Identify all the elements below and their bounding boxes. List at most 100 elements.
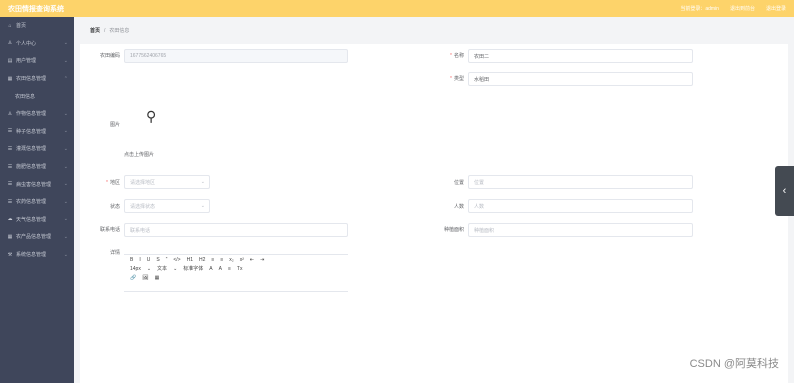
breadcrumb-current: 农田信息 bbox=[109, 28, 130, 34]
bullet-list-button[interactable]: ≡ bbox=[220, 257, 223, 263]
sidebar-item-label: 病虫害信息管理 bbox=[16, 181, 52, 188]
editor-toolbar-row: 14px ⌄ 文本 ⌄ 标准字体 A A ≡ Tx bbox=[124, 264, 348, 273]
underline-button[interactable]: U bbox=[147, 257, 151, 263]
code-button[interactable]: </> bbox=[173, 257, 180, 263]
italic-button[interactable]: I bbox=[139, 257, 140, 263]
people-input[interactable]: 人数 bbox=[468, 199, 693, 213]
form-card: 农田编码 1677562406765 * 名称 农田二 * 类型 水稻田 图片 ⚲ … bbox=[80, 44, 788, 383]
sidebar-item-label: 农产品信息管理 bbox=[16, 234, 52, 241]
grid-icon: ▦ bbox=[7, 75, 13, 82]
desc-label: 详情 bbox=[109, 250, 120, 256]
app-title: 农田情报查询系统 bbox=[8, 5, 64, 13]
chevron-down-icon: ⌄ bbox=[63, 163, 68, 170]
h1-button[interactable]: H1 bbox=[187, 257, 193, 263]
list-icon: ☰ bbox=[7, 128, 13, 135]
clear-format-button[interactable]: Tx bbox=[237, 266, 243, 272]
rich-text-editor[interactable]: B I U S “ </> H1 H2 ≡ ≡ x₂ x² ⇤ ⇥ 14px ⌄… bbox=[124, 254, 348, 292]
main-content: 首页 / 农田信息 农田编码 1677562406765 * 名称 农田二 * 类型… bbox=[74, 17, 794, 383]
h2-button[interactable]: H2 bbox=[199, 257, 205, 263]
home-icon: ⌂ bbox=[8, 22, 12, 29]
sidebar-item-label: 农田信息 bbox=[15, 93, 36, 100]
sidebar-item-fertilize[interactable]: ☰ 施肥信息管理 ⌄ bbox=[0, 158, 74, 176]
font-size-select[interactable]: 14px bbox=[130, 266, 141, 272]
field-type-input[interactable]: 水稻田 bbox=[468, 72, 693, 86]
quote-button[interactable]: “ bbox=[166, 257, 168, 263]
list-icon: ☰ bbox=[7, 198, 13, 205]
font-family-select[interactable]: 标准字体 bbox=[183, 265, 203, 272]
editor-toolbar-row: 🔗 🖼 ▦ bbox=[124, 273, 348, 282]
chevron-down-icon: ⌄ bbox=[146, 265, 152, 272]
breadcrumb-home[interactable]: 首页 bbox=[90, 27, 100, 34]
area-label: 种植面积 bbox=[443, 227, 464, 233]
users-icon: ▤ bbox=[7, 57, 13, 64]
area-input[interactable]: 种植面积 bbox=[468, 223, 693, 237]
list-icon: ☰ bbox=[7, 163, 13, 170]
background-color-button[interactable]: A bbox=[219, 266, 222, 272]
sidebar-item-profile[interactable]: ♙ 个人中心 ⌄ bbox=[0, 35, 74, 53]
sidebar-item-label: 作物信息管理 bbox=[16, 111, 47, 118]
sidebar-subitem-field-info[interactable]: 农田信息 bbox=[0, 87, 74, 105]
current-user-link[interactable]: 当前登录：admin bbox=[680, 5, 719, 12]
chevron-left-icon[interactable]: ‹ bbox=[775, 166, 794, 216]
bold-button[interactable]: B bbox=[130, 257, 133, 263]
status-select[interactable]: 请选择状态 ⌄ bbox=[124, 199, 210, 213]
top-bar: 农田情报查询系统 当前登录：admin 退出到前台 退出登录 bbox=[0, 0, 794, 17]
sidebar-item-users[interactable]: ▤ 用户管理 ⌄ bbox=[0, 52, 74, 70]
sidebar-item-pest[interactable]: ☰ 病虫害信息管理 ⌄ bbox=[0, 175, 74, 193]
sidebar-item-weather[interactable]: ☁ 天气信息管理 ⌄ bbox=[0, 211, 74, 229]
list-icon: ☰ bbox=[7, 145, 13, 152]
image-upload[interactable]: ⚲ bbox=[124, 92, 178, 146]
sidebar-item-label: 灌溉信息管理 bbox=[16, 146, 47, 153]
image-label: 图片 bbox=[109, 122, 120, 128]
sidebar-item-label: 系统信息管理 bbox=[16, 252, 47, 259]
sidebar-item-label: 个人中心 bbox=[16, 40, 37, 47]
ordered-list-button[interactable]: ≡ bbox=[211, 257, 214, 263]
sidebar-item-pesticide[interactable]: ☰ 农药信息管理 ⌄ bbox=[0, 193, 74, 211]
editor-toolbar-row: B I U S “ </> H1 H2 ≡ ≡ x₂ x² ⇤ ⇥ bbox=[124, 255, 348, 264]
chevron-down-icon: ⌄ bbox=[63, 233, 68, 240]
font-color-button[interactable]: A bbox=[209, 266, 212, 272]
uploaded-image: ⚲ bbox=[146, 108, 157, 124]
status-label: 状态 bbox=[109, 204, 120, 210]
chevron-down-icon: ⌄ bbox=[200, 179, 205, 185]
place-label-text: 地区 bbox=[109, 180, 120, 186]
sidebar-item-crop[interactable]: ♙ 作物信息管理 ⌄ bbox=[0, 105, 74, 123]
exit-to-front-link[interactable]: 退出到前台 bbox=[730, 5, 755, 12]
status-select-placeholder: 请选择状态 bbox=[130, 203, 156, 210]
chevron-down-icon: ⌄ bbox=[63, 128, 68, 135]
superscript-button[interactable]: x² bbox=[240, 257, 244, 263]
indent-button[interactable]: ⇥ bbox=[260, 257, 264, 263]
phone-input[interactable]: 联系电话 bbox=[124, 223, 348, 237]
place-label: * 地区 bbox=[106, 180, 120, 186]
heading-select[interactable]: 文本 bbox=[157, 265, 167, 272]
sidebar-item-irrigation[interactable]: ☰ 灌溉信息管理 ⌄ bbox=[0, 140, 74, 158]
logout-link[interactable]: 退出登录 bbox=[766, 5, 786, 12]
field-name-label: * 名称 bbox=[450, 53, 464, 59]
sidebar-item-home[interactable]: ⌂ 首页 bbox=[0, 17, 74, 35]
outdent-button[interactable]: ⇤ bbox=[250, 257, 254, 263]
chevron-down-icon: ⌄ bbox=[63, 57, 68, 64]
upload-tip[interactable]: 点击上传图片 bbox=[124, 151, 154, 158]
image-icon[interactable]: 🖼 bbox=[142, 275, 148, 281]
chevron-down-icon: ⌄ bbox=[63, 181, 68, 188]
field-name-input[interactable]: 农田二 bbox=[468, 49, 693, 63]
sidebar-item-label: 施肥信息管理 bbox=[16, 164, 47, 171]
sidebar-item-system[interactable]: ⚒ 系统信息管理 ⌄ bbox=[0, 246, 74, 264]
sidebar-item-produce[interactable]: ▦ 农产品信息管理 ⌄ bbox=[0, 228, 74, 246]
location-input[interactable]: 位置 bbox=[468, 175, 693, 189]
align-button[interactable]: ≡ bbox=[228, 266, 231, 272]
strike-button[interactable]: S bbox=[156, 257, 159, 263]
sidebar-item-seed[interactable]: ☰ 种子信息管理 ⌄ bbox=[0, 123, 74, 141]
sidebar-item-label: 农田信息管理 bbox=[16, 76, 47, 83]
chevron-down-icon: ⌄ bbox=[63, 198, 68, 205]
watermark: CSDN @阿莫科技 bbox=[689, 358, 779, 370]
chevron-down-icon: ⌄ bbox=[63, 40, 68, 47]
sidebar-item-label: 用户管理 bbox=[16, 58, 37, 65]
field-code-input[interactable]: 1677562406765 bbox=[124, 49, 348, 63]
link-icon[interactable]: 🔗 bbox=[130, 275, 136, 281]
sidebar-item-field-mgmt[interactable]: ▦ 农田信息管理 ⌃ bbox=[0, 70, 74, 88]
sidebar-item-label: 农药信息管理 bbox=[16, 199, 47, 206]
subscript-button[interactable]: x₂ bbox=[229, 257, 233, 263]
place-select[interactable]: 请选择地区 ⌄ bbox=[124, 175, 210, 189]
table-icon[interactable]: ▦ bbox=[155, 275, 160, 281]
